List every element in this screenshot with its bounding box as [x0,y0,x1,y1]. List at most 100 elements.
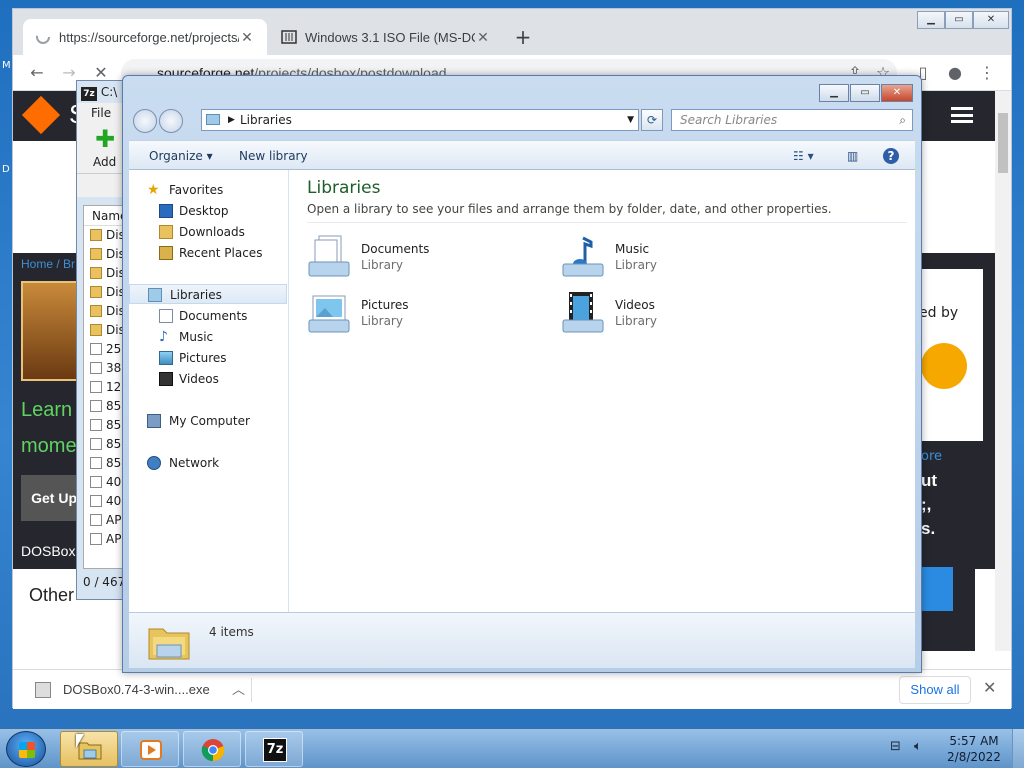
taskbar-media-player[interactable] [121,731,179,767]
add-button-label[interactable]: Add [93,155,116,169]
download-filename: DOSBox0.74-3-win....exe [63,682,210,697]
folder-icon [90,286,102,298]
help-icon[interactable]: ? [883,148,899,164]
close-tab-icon[interactable]: ✕ [239,29,255,46]
minimize-button[interactable]: ▁ [819,84,849,102]
network-tray-icon[interactable]: ⊟ [890,739,901,754]
menu-icon[interactable]: ⋮ [975,61,999,85]
clock-time: 5:57 AM [949,734,999,748]
content-pane: Libraries Open a library to see your fil… [307,170,907,612]
show-all-button[interactable]: Show all [899,676,971,704]
ad-banner[interactable]: ut ;, s. [919,469,975,651]
tab-title: Windows 3.1 ISO File (MS-DOS 6.22) [305,29,475,45]
navigation-pane: ★ Favorites Desktop Downloads Recent Pla… [129,170,289,612]
nav-label: Recent Places [179,246,263,260]
library-pictures[interactable]: Pictures Library [307,288,527,338]
nav-pictures[interactable]: Pictures [129,348,287,368]
recent-places-icon [159,246,173,260]
search-input[interactable]: Search Libraries ⌕ [671,109,913,131]
close-icon[interactable]: ✕ [983,678,996,697]
hamburger-menu-icon[interactable] [951,107,973,123]
tab-sourceforge[interactable]: https://sourceforge.net/projects/dosbox/… [23,19,267,55]
close-button[interactable]: ✕ [973,11,1009,29]
maximize-button[interactable]: ▭ [945,11,973,29]
show-desktop-button[interactable] [1012,729,1024,768]
nav-documents[interactable]: Documents [129,306,287,326]
view-options-icon[interactable]: ☷ ▾ [793,148,814,164]
refresh-icon[interactable]: ⟳ [641,109,663,131]
maximize-button[interactable]: ▭ [850,84,880,102]
tab-title: https://sourceforge.net/projects/dosbox/… [59,29,239,45]
tab-strip: https://sourceforge.net/projects/dosbox/… [13,9,1011,55]
nav-libraries[interactable]: Libraries [129,284,287,304]
breadcrumb-arrow-icon[interactable]: ▶ [228,110,235,130]
desktop-text: M [2,60,11,71]
profile-icon[interactable]: ● [943,61,967,85]
nav-desktop[interactable]: Desktop [129,201,287,221]
library-videos[interactable]: Videos Library [561,288,781,338]
get-updates-button[interactable]: Get Up [21,475,81,521]
sponsor-card: ed by [919,269,983,441]
library-documents[interactable]: Documents Library [307,232,527,282]
preview-pane-icon[interactable]: ▥ [847,148,858,164]
library-music[interactable]: Music Library [561,232,781,282]
breadcrumb[interactable]: Home / Br [21,257,75,271]
file-icon [90,362,102,374]
volume-icon[interactable]: 🔈︎ [914,739,922,754]
desktop-icon [159,204,173,218]
nav-videos[interactable]: Videos [129,369,287,389]
file-icon [90,438,102,450]
library-name: Music [615,242,650,256]
close-tab-icon[interactable]: ✕ [475,29,491,46]
back-icon[interactable]: ← [25,61,49,85]
taskbar-chrome[interactable] [183,731,241,767]
nav-recent-places[interactable]: Recent Places [129,243,287,263]
nav-favorites[interactable]: ★ Favorites [129,180,287,200]
new-tab-button[interactable]: + [511,25,535,49]
chevron-down-icon[interactable]: ▼ [627,110,634,130]
close-button[interactable]: ✕ [881,84,913,102]
mouse-cursor [76,734,84,748]
sevenzip-title: C:\ [100,85,118,99]
chevron-up-icon[interactable]: ︿ [232,678,245,702]
nav-downloads[interactable]: Downloads [129,222,287,242]
explorer-address-bar[interactable]: ▶ Libraries ▼ [201,109,639,131]
folder-icon [90,305,102,317]
download-item[interactable]: DOSBox0.74-3-win....exe ︿ [33,678,249,702]
nav-music[interactable]: ♪ Music [129,327,287,347]
learn-more-link[interactable]: ore [921,449,942,464]
command-bar: Organize ▾ New library ☷ ▾ ▥ ? [129,140,915,170]
ad-text: ut ;, s. [921,471,938,538]
ad-button[interactable] [919,567,953,611]
file-icon [90,381,102,393]
desktop-text: D [2,164,10,175]
documents-library-icon [308,235,350,277]
page-scrollbar[interactable] [995,91,1011,651]
sourceforge-logo-icon[interactable] [21,95,61,135]
nav-network[interactable]: Network [129,453,287,473]
file-icon [90,495,102,507]
file-icon [90,400,102,412]
libraries-folder-icon [148,628,190,660]
loading-icon [36,30,50,44]
new-library-button[interactable]: New library [239,141,308,171]
organize-button[interactable]: Organize ▾ [149,141,213,171]
start-button[interactable] [6,731,46,767]
network-icon [147,456,161,470]
taskbar-explorer[interactable] [60,731,118,767]
minimize-button[interactable]: ▁ [917,11,945,29]
forward-icon[interactable] [159,109,183,133]
taskbar-7zip[interactable]: 7z [245,731,303,767]
hero-text: Learn [21,399,73,421]
nav-my-computer[interactable]: My Computer [129,411,287,431]
organize-label: Organize [149,149,203,163]
clock[interactable]: 5:57 AM 2/8/2022 [946,733,1002,765]
tab-windows31[interactable]: Windows 3.1 ISO File (MS-DOS 6.22) ✕ [269,19,503,55]
music-icon: ♪ [159,329,168,345]
sponsor-logo-icon[interactable] [921,343,967,389]
scrollbar-thumb[interactable] [998,113,1008,173]
nav-label: My Computer [169,414,250,428]
file-name: AP [106,532,122,546]
add-icon[interactable]: ✚ [95,127,115,151]
back-icon[interactable] [133,109,157,133]
